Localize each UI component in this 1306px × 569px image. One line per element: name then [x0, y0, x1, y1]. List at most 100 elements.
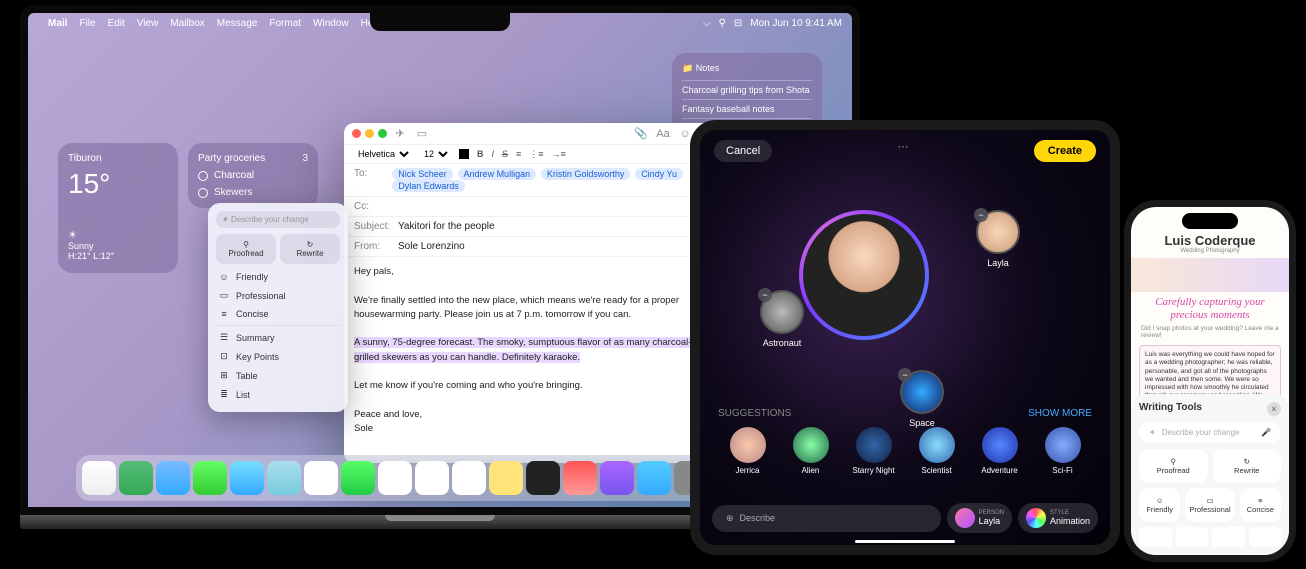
dock-finder[interactable]	[82, 461, 116, 495]
wt-describe-input[interactable]: ✦Describe your change🎤	[1139, 422, 1281, 443]
suggestion-jerrica[interactable]: Jerrica	[718, 427, 777, 475]
person-chip[interactable]: PERSONLayla	[947, 503, 1012, 533]
mic-icon[interactable]: 🎤	[1261, 428, 1271, 437]
dock-tv[interactable]	[526, 461, 560, 495]
header-icon[interactable]: ▭	[413, 127, 431, 140]
align-icon[interactable]: ≡	[516, 149, 521, 159]
note-item[interactable]: Fantasy baseball notes	[682, 99, 812, 118]
bold-button[interactable]: B	[477, 149, 484, 159]
remove-icon[interactable]: −	[758, 288, 772, 302]
dock-calendar[interactable]	[378, 461, 412, 495]
dock-contacts[interactable]	[415, 461, 449, 495]
wt-opt-concise[interactable]: ≡Concise	[216, 305, 340, 323]
dock-music[interactable]	[563, 461, 597, 495]
suggestion-alien[interactable]: Alien	[781, 427, 840, 475]
window-minimize-button[interactable]	[365, 129, 374, 138]
dock-notes[interactable]	[489, 461, 523, 495]
wt-opt-professional[interactable]: ▭Professional	[216, 286, 340, 305]
close-button[interactable]: ×	[1267, 402, 1281, 416]
wt-professional-button[interactable]: ▭Professional	[1185, 488, 1234, 522]
datetime[interactable]: Mon Jun 10 9:41 AM	[750, 18, 842, 29]
wt-thumb[interactable]	[1249, 527, 1282, 547]
note-item[interactable]: Charcoal grilling tips from Shota	[682, 80, 812, 99]
search-icon[interactable]: ⚲	[719, 18, 726, 29]
wifi-icon[interactable]: ⌵	[703, 18, 711, 29]
app-menu[interactable]: Mail	[48, 18, 67, 29]
dock-maps[interactable]	[267, 461, 301, 495]
remove-icon[interactable]: −	[974, 208, 988, 222]
compose-body[interactable]: Hey pals, We're finally settled into the…	[344, 257, 724, 444]
more-icon[interactable]: ⋯	[898, 140, 909, 162]
wt-proofread-button[interactable]: ⚲Proofread	[1139, 449, 1208, 483]
menu-file[interactable]: File	[79, 18, 95, 29]
menu-mailbox[interactable]: Mailbox	[170, 18, 204, 29]
wt-thumb[interactable]	[1212, 527, 1245, 547]
attach-icon[interactable]: 📎	[632, 127, 650, 140]
remove-icon[interactable]: −	[898, 368, 912, 382]
dock-photos[interactable]	[304, 461, 338, 495]
cancel-button[interactable]: Cancel	[714, 140, 772, 162]
recipient-pill[interactable]: Andrew Mulligan	[458, 168, 537, 180]
menu-edit[interactable]: Edit	[108, 18, 125, 29]
dock-mail[interactable]	[230, 461, 264, 495]
italic-button[interactable]: I	[492, 149, 495, 159]
wt-rewrite-button[interactable]: ↻Rewrite	[280, 234, 340, 264]
wt-table[interactable]: ⊞Table	[216, 366, 340, 385]
font-select[interactable]: Helvetica	[354, 148, 412, 160]
format-icon[interactable]: Aa	[654, 128, 672, 140]
menu-window[interactable]: Window	[313, 18, 349, 29]
dock-appstore[interactable]	[637, 461, 671, 495]
suggestion-adventure[interactable]: Adventure	[970, 427, 1029, 475]
wt-concise-button[interactable]: ≡Concise	[1240, 488, 1281, 522]
wt-describe-input[interactable]: ✦ Describe your change	[216, 211, 340, 228]
dock-podcasts[interactable]	[600, 461, 634, 495]
create-button[interactable]: Create	[1034, 140, 1096, 162]
subject-field[interactable]: Subject:Yakitori for the people	[344, 217, 724, 237]
dock-launchpad[interactable]	[119, 461, 153, 495]
generated-image[interactable]	[799, 210, 929, 340]
wt-thumb[interactable]	[1176, 527, 1209, 547]
wt-list[interactable]: ≣List	[216, 385, 340, 404]
dock-facetime[interactable]	[341, 461, 375, 495]
from-field[interactable]: From:Sole Lorenzino	[344, 237, 724, 257]
recipient-pill[interactable]: Nick Scheer	[392, 168, 453, 180]
orbit-astronaut[interactable]: − Astronaut	[760, 290, 804, 348]
menu-format[interactable]: Format	[269, 18, 301, 29]
suggestion-starry[interactable]: Starry Night	[844, 427, 903, 475]
dock-safari[interactable]	[156, 461, 190, 495]
wt-keypoints[interactable]: ⊡Key Points	[216, 347, 340, 366]
menu-message[interactable]: Message	[217, 18, 258, 29]
wt-friendly-button[interactable]: ☺Friendly	[1139, 488, 1180, 522]
reminder-item[interactable]: Skewers	[198, 187, 308, 198]
dock-messages[interactable]	[193, 461, 227, 495]
reminders-widget[interactable]: Party groceries 3 Charcoal Skewers	[188, 143, 318, 208]
window-zoom-button[interactable]	[378, 129, 387, 138]
suggestion-scientist[interactable]: Scientist	[907, 427, 966, 475]
weather-widget[interactable]: Tiburon 15° ☀ Sunny H:21° L:12°	[58, 143, 178, 273]
recipient-pill[interactable]: Kristin Goldsworthy	[541, 168, 631, 180]
wt-proofread-button[interactable]: ⚲Proofread	[216, 234, 276, 264]
send-icon[interactable]: ✈	[391, 127, 409, 140]
describe-input[interactable]: ⊕Describe	[712, 505, 941, 532]
recipient-pill[interactable]: Cindy Yu	[635, 168, 683, 180]
recipient-pill[interactable]: Dylan Edwards	[392, 180, 465, 192]
show-more-button[interactable]: SHOW MORE	[1028, 408, 1092, 419]
suggestion-scifi[interactable]: Sci-Fi	[1033, 427, 1092, 475]
wt-thumb[interactable]	[1139, 527, 1172, 547]
window-close-button[interactable]	[352, 129, 361, 138]
wt-summary[interactable]: ☰Summary	[216, 328, 340, 347]
wt-rewrite-button[interactable]: ↻Rewrite	[1213, 449, 1282, 483]
cc-field[interactable]: Cc:	[344, 197, 724, 217]
indent-icon[interactable]: →≡	[552, 149, 566, 159]
dock-reminders[interactable]	[452, 461, 486, 495]
strike-button[interactable]: S	[502, 149, 508, 159]
home-indicator[interactable]	[855, 540, 955, 543]
color-swatch[interactable]	[459, 149, 469, 159]
menu-view[interactable]: View	[137, 18, 159, 29]
reminder-item[interactable]: Charcoal	[198, 170, 308, 181]
wt-opt-friendly[interactable]: ☺Friendly	[216, 268, 340, 286]
orbit-layla[interactable]: − Layla	[976, 210, 1020, 268]
to-field[interactable]: To: Nick Scheer Andrew Mulligan Kristin …	[344, 164, 724, 197]
style-chip[interactable]: STYLEAnimation	[1018, 503, 1098, 533]
list-icon[interactable]: ⋮≡	[529, 149, 543, 160]
